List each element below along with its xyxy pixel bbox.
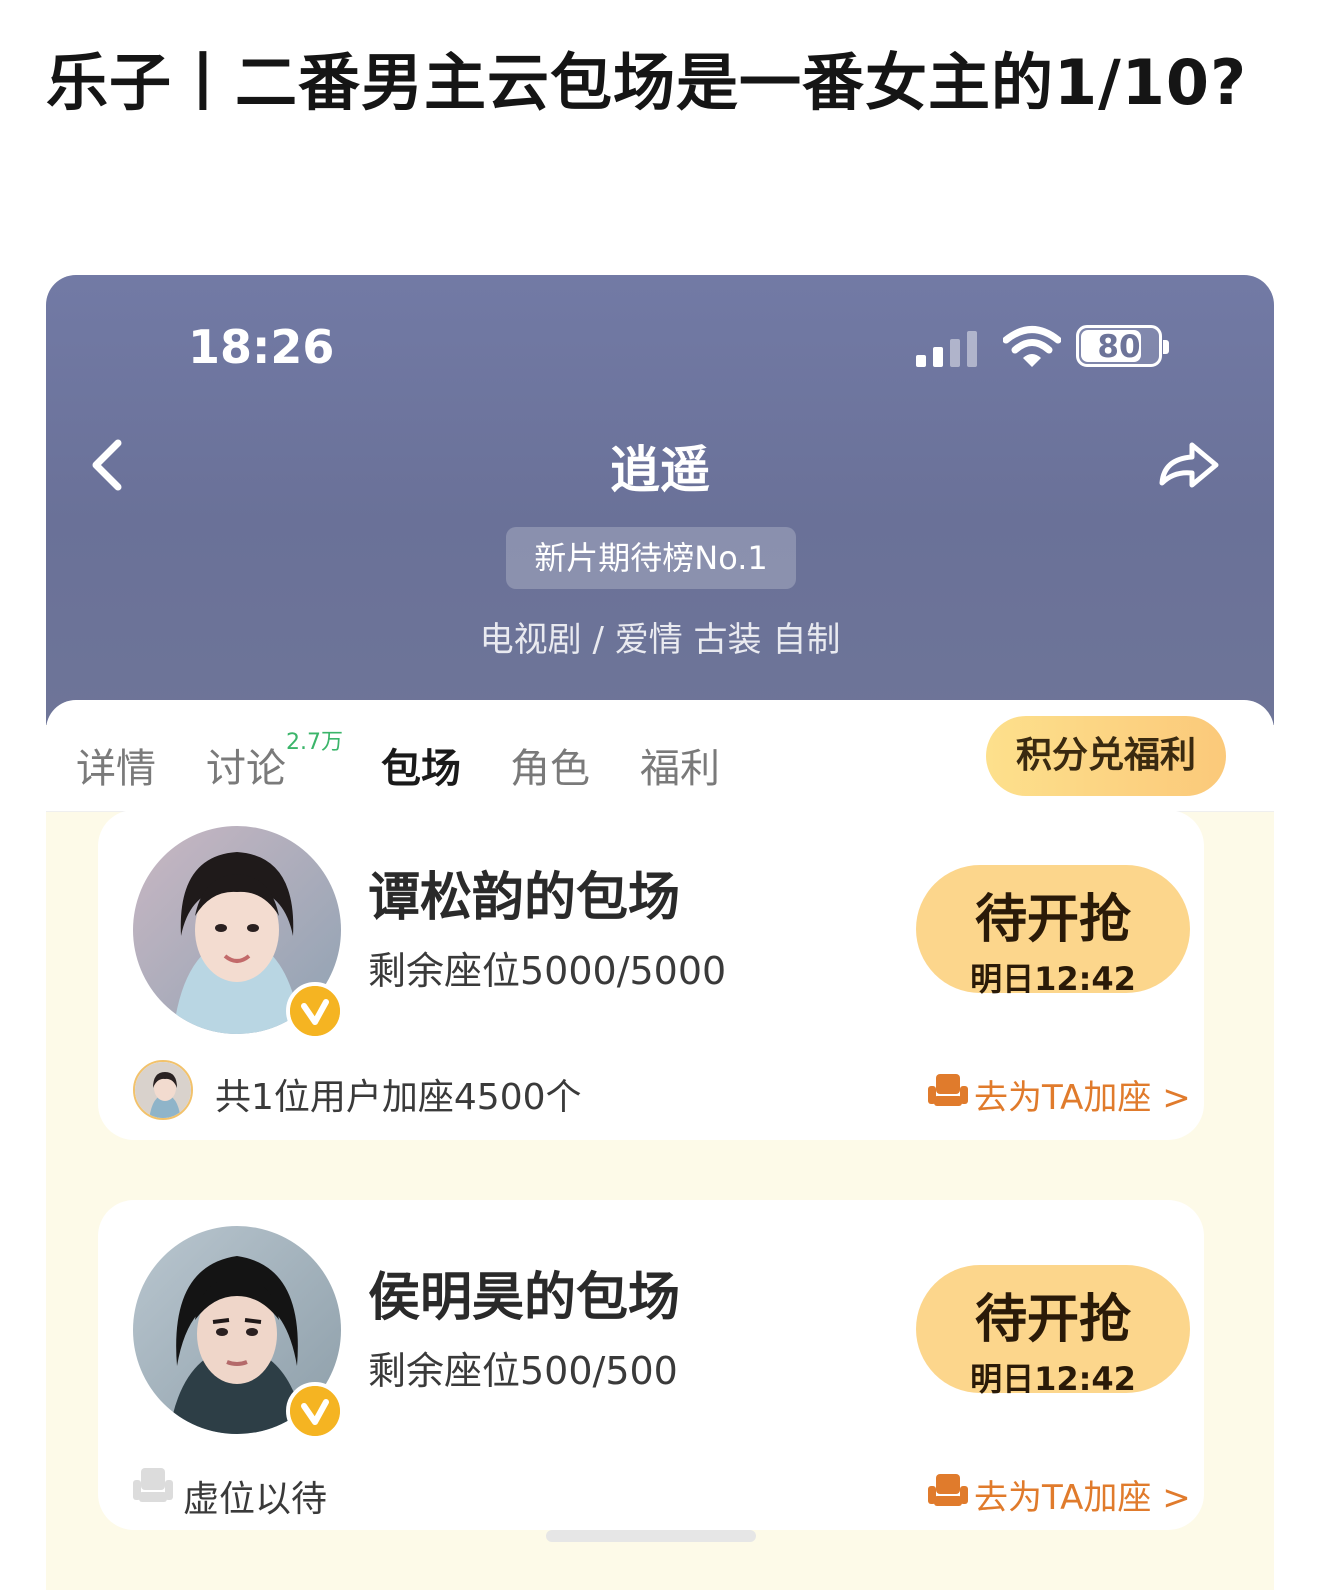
tab-details[interactable]: 详情	[76, 736, 156, 794]
verified-icon	[286, 1382, 344, 1440]
tab-roles[interactable]: 角色	[510, 736, 590, 794]
grab-button[interactable]: 待开抢 明日12:42	[916, 865, 1190, 998]
tab-bar: 详情 讨论 2.7万 包场 角色 福利 积分兑福利	[46, 700, 1274, 812]
verified-icon	[286, 982, 344, 1040]
supporters-text: 共1位用户加座4500个	[215, 1077, 582, 1118]
user-avatar	[133, 1060, 193, 1120]
seat-icon	[133, 1468, 173, 1502]
status-time: 18:26	[188, 320, 335, 374]
card-title: 谭松韵的包场	[368, 868, 681, 928]
grab-time: 明日12:42	[970, 1360, 1136, 1398]
remaining-seats: 剩余座位5000/5000	[368, 949, 727, 993]
seat-icon	[928, 1074, 968, 1106]
booking-card[interactable]: 侯明昊的包场 剩余座位500/500 待开抢 明日12:42 虚位以待 去为TA…	[98, 1200, 1204, 1530]
seat-icon	[928, 1474, 968, 1506]
share-icon[interactable]	[1156, 435, 1222, 495]
grab-label: 待开抢	[974, 890, 1131, 950]
tab-block-booking[interactable]: 包场	[381, 736, 461, 794]
app-screenshot: 18:26 80 逍遥 新片期待榜No.1 电视剧 / 爱情 古装 自制 详情	[46, 275, 1274, 1590]
battery-level: 80	[1097, 329, 1141, 365]
wifi-icon	[1003, 326, 1061, 367]
remaining-seats: 剩余座位500/500	[368, 1349, 678, 1393]
page-title: 逍遥	[610, 441, 710, 499]
battery-tip	[1163, 340, 1169, 354]
home-indicator	[546, 1530, 756, 1542]
add-seat-link-text: 去为TA加座 >	[974, 1478, 1191, 1518]
tab-benefits[interactable]: 福利	[640, 736, 720, 794]
supporters-text: 虚位以待	[183, 1479, 328, 1520]
header: 18:26 80 逍遥 新片期待榜No.1 电视剧 / 爱情 古装 自制	[46, 275, 1274, 725]
discussion-count: 2.7万	[286, 730, 343, 755]
grab-time: 明日12:42	[970, 960, 1136, 998]
card-title: 侯明昊的包场	[368, 1268, 681, 1328]
points-exchange-button[interactable]: 积分兑福利	[986, 716, 1226, 796]
rank-badge[interactable]: 新片期待榜No.1	[506, 527, 796, 589]
genre-text: 电视剧 / 爱情 古装 自制	[479, 620, 841, 660]
grab-label: 待开抢	[974, 1290, 1131, 1350]
booking-card[interactable]: 谭松韵的包场 剩余座位5000/5000 待开抢 明日12:42 共1位用户加座…	[98, 810, 1204, 1140]
grab-button[interactable]: 待开抢 明日12:42	[916, 1265, 1190, 1398]
tab-discussion[interactable]: 讨论	[206, 736, 286, 794]
signal-icon	[916, 331, 980, 367]
add-seat-link-text: 去为TA加座 >	[974, 1078, 1191, 1118]
post-title: 乐子丨二番男主云包场是一番女主的1/10?	[46, 46, 1248, 119]
battery-icon: 80	[1076, 325, 1169, 367]
